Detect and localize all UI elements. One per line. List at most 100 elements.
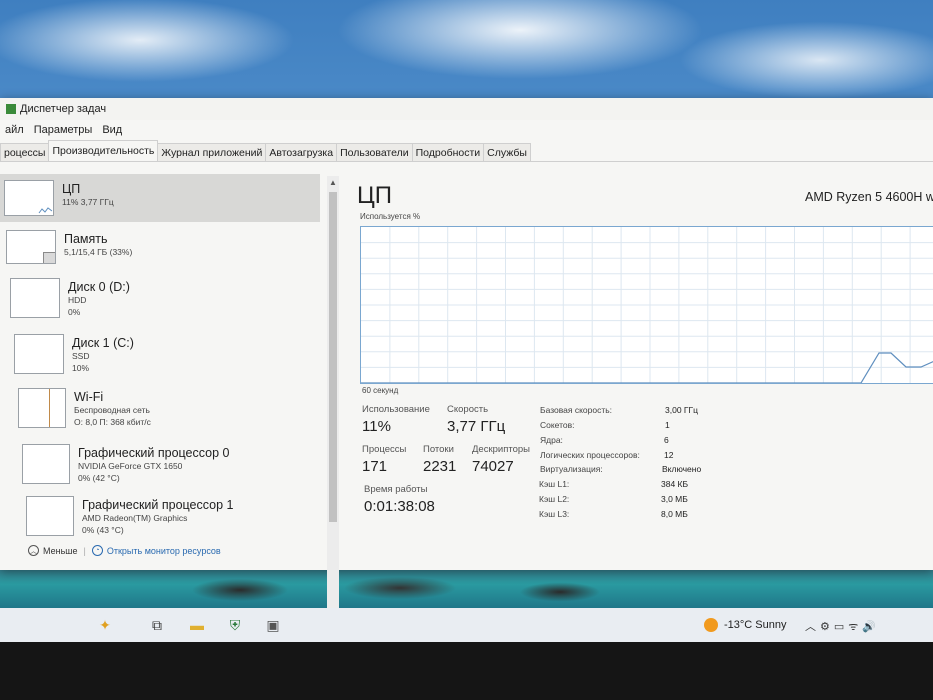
tab-app-history[interactable]: Журнал приложений bbox=[157, 143, 267, 161]
cpu-mini-graph-line bbox=[38, 207, 53, 214]
sidebar-item-type: Беспроводная сеть bbox=[74, 405, 150, 415]
cpu-usage-graph bbox=[360, 226, 933, 384]
tab-services[interactable]: Службы bbox=[483, 143, 531, 161]
logical-processors-key: Логических процессоров: bbox=[540, 450, 640, 460]
l2-cache-key: Кэш L2: bbox=[539, 494, 570, 504]
base-speed-value: 3,00 ГГц bbox=[665, 405, 698, 415]
l3-cache-key: Кэш L3: bbox=[539, 509, 570, 519]
processes-value: 171 bbox=[362, 458, 388, 475]
sidebar-item-detail: 0% (43 °C) bbox=[82, 525, 124, 535]
graph-label: Используется % bbox=[360, 212, 421, 221]
copilot-sparkle-icon[interactable]: ✦ bbox=[96, 616, 114, 634]
cpu-detail-panel: ЦП AMD Ryzen 5 4600H w Используется % 60… bbox=[355, 170, 933, 568]
window-footer: ︿ Меньше | ◔ Открыть монитор ресурсов bbox=[28, 545, 221, 556]
sidebar-item-label: ЦП bbox=[62, 182, 81, 196]
speed-value: 3,77 ГГц bbox=[447, 418, 506, 435]
base-speed-key: Базовая скорость: bbox=[540, 405, 613, 415]
windows-taskbar: ✦ ⧉ ▬ ⛨ ▣ -13°C Sunny ︿⚙▭ᯤ🔊 bbox=[0, 608, 933, 642]
handles-label: Дескрипторы bbox=[472, 444, 530, 455]
chevron-up-icon[interactable]: ︿ bbox=[28, 545, 39, 556]
page-title: ЦП bbox=[357, 182, 393, 209]
l2-cache-value: 3,0 МБ bbox=[661, 494, 688, 504]
title-bar: Диспетчер задач bbox=[0, 98, 933, 120]
tab-strip: роцессы Производительность Журнал прилож… bbox=[0, 140, 933, 162]
security-shield-icon[interactable]: ⛨ bbox=[226, 616, 244, 634]
task-view-icon[interactable]: ⧉ bbox=[148, 616, 166, 634]
menu-view[interactable]: Вид bbox=[97, 124, 127, 136]
scrollbar-thumb[interactable] bbox=[329, 192, 337, 522]
cpu-usage-line bbox=[361, 352, 933, 383]
sidebar-item-disk0[interactable]: Диск 0 (D:) HDD 0% bbox=[10, 278, 320, 332]
resource-sidebar: ЦП 11% 3,77 ГГц Память 5,1/15,4 ГБ (33%)… bbox=[0, 170, 330, 568]
gpu1-mini-graph bbox=[26, 496, 74, 536]
sidebar-item-label: Графический процессор 0 bbox=[78, 446, 230, 460]
weather-text[interactable]: -13°C Sunny bbox=[724, 619, 787, 631]
sidebar-item-detail: 0% bbox=[68, 307, 81, 317]
file-explorer-icon[interactable]: ▬ bbox=[188, 616, 206, 634]
threads-value: 2231 bbox=[423, 458, 457, 475]
open-resource-monitor-link[interactable]: Открыть монитор ресурсов bbox=[107, 546, 221, 556]
task-manager-window: Диспетчер задач айл Параметры Вид роцесс… bbox=[0, 98, 933, 616]
sidebar-item-detail: 0% (42 °C) bbox=[78, 473, 120, 483]
tab-startup[interactable]: Автозагрузка bbox=[265, 143, 338, 161]
menu-bar: айл Параметры Вид bbox=[0, 120, 933, 140]
tab-users[interactable]: Пользователи bbox=[336, 143, 413, 161]
sidebar-item-cpu[interactable]: ЦП 11% 3,77 ГГц bbox=[0, 174, 320, 222]
footer-separator: | bbox=[83, 545, 86, 556]
menu-options[interactable]: Параметры bbox=[29, 124, 98, 136]
l1-cache-value: 384 КБ bbox=[661, 479, 689, 489]
sidebar-item-wifi[interactable]: Wi-Fi Беспроводная сеть О: 8,0 П: 368 кб… bbox=[18, 388, 320, 440]
sidebar-item-disk1[interactable]: Диск 1 (C:) SSD 10% bbox=[14, 334, 320, 388]
memory-fill bbox=[43, 252, 55, 263]
sidebar-item-label: Wi-Fi bbox=[74, 390, 104, 404]
sidebar-item-label: Графический процессор 1 bbox=[82, 498, 234, 512]
wifi-mini-graph bbox=[18, 388, 66, 428]
tab-processes[interactable]: роцессы bbox=[0, 143, 50, 161]
virtualization-key: Виртуализация: bbox=[540, 464, 603, 474]
handles-value: 74027 bbox=[472, 458, 514, 475]
sidebar-item-gpu0[interactable]: Графический процессор 0 NVIDIA GeForce G… bbox=[22, 444, 320, 498]
cores-value: 6 bbox=[664, 435, 669, 445]
processes-label: Процессы bbox=[362, 444, 407, 455]
wallpaper-rocks bbox=[160, 568, 660, 604]
task-manager-taskbar-icon[interactable]: ▣ bbox=[264, 616, 282, 634]
scroll-up-icon[interactable]: ▲ bbox=[329, 178, 337, 187]
sidebar-item-detail: О: 8,0 П: 368 кбит/с bbox=[74, 417, 151, 427]
sidebar-item-type: HDD bbox=[68, 295, 87, 305]
task-manager-icon bbox=[6, 104, 16, 114]
uptime-label: Время работы bbox=[364, 484, 428, 495]
uptime-value: 0:01:38:08 bbox=[364, 498, 435, 515]
window-title: Диспетчер задач bbox=[20, 103, 107, 115]
threads-label: Потоки bbox=[423, 444, 454, 455]
speed-label: Скорость bbox=[447, 404, 489, 415]
memory-mini-graph bbox=[6, 230, 56, 264]
cpu-usage-graph-svg bbox=[361, 227, 933, 383]
sidebar-item-label: Память bbox=[64, 232, 108, 246]
laptop-bezel bbox=[0, 642, 933, 700]
cpu-mini-graph bbox=[4, 180, 54, 216]
sidebar-scrollbar[interactable]: ▲ bbox=[327, 176, 339, 616]
disk1-mini-graph bbox=[14, 334, 64, 374]
virtualization-value: Включено bbox=[662, 464, 702, 474]
sidebar-item-model: NVIDIA GeForce GTX 1650 bbox=[78, 461, 183, 471]
sidebar-item-label: Диск 0 (D:) bbox=[68, 280, 130, 294]
cores-key: Ядра: bbox=[540, 435, 563, 445]
sidebar-item-gpu1[interactable]: Графический процессор 1 AMD Radeon(TM) G… bbox=[26, 496, 320, 546]
sidebar-item-memory[interactable]: Память 5,1/15,4 ГБ (33%) bbox=[6, 228, 320, 276]
tab-details[interactable]: Подробности bbox=[411, 143, 485, 161]
disk0-mini-graph bbox=[10, 278, 60, 318]
sidebar-item-model: AMD Radeon(TM) Graphics bbox=[82, 513, 188, 523]
l3-cache-value: 8,0 МБ bbox=[661, 509, 688, 519]
sockets-key: Сокетов: bbox=[540, 420, 575, 430]
logical-processors-value: 12 bbox=[664, 450, 674, 460]
menu-file[interactable]: айл bbox=[0, 124, 29, 136]
fewer-details-link[interactable]: Меньше bbox=[43, 546, 78, 556]
usage-value: 11% bbox=[362, 418, 391, 435]
sockets-value: 1 bbox=[665, 420, 670, 430]
system-tray-icons[interactable]: ︿⚙▭ᯤ🔊 bbox=[805, 618, 880, 634]
tab-performance[interactable]: Производительность bbox=[48, 140, 159, 161]
gpu0-mini-graph bbox=[22, 444, 70, 484]
sidebar-item-type: SSD bbox=[72, 351, 90, 361]
sidebar-item-detail: 10% bbox=[72, 363, 90, 373]
sidebar-item-detail: 5,1/15,4 ГБ (33%) bbox=[64, 247, 133, 257]
